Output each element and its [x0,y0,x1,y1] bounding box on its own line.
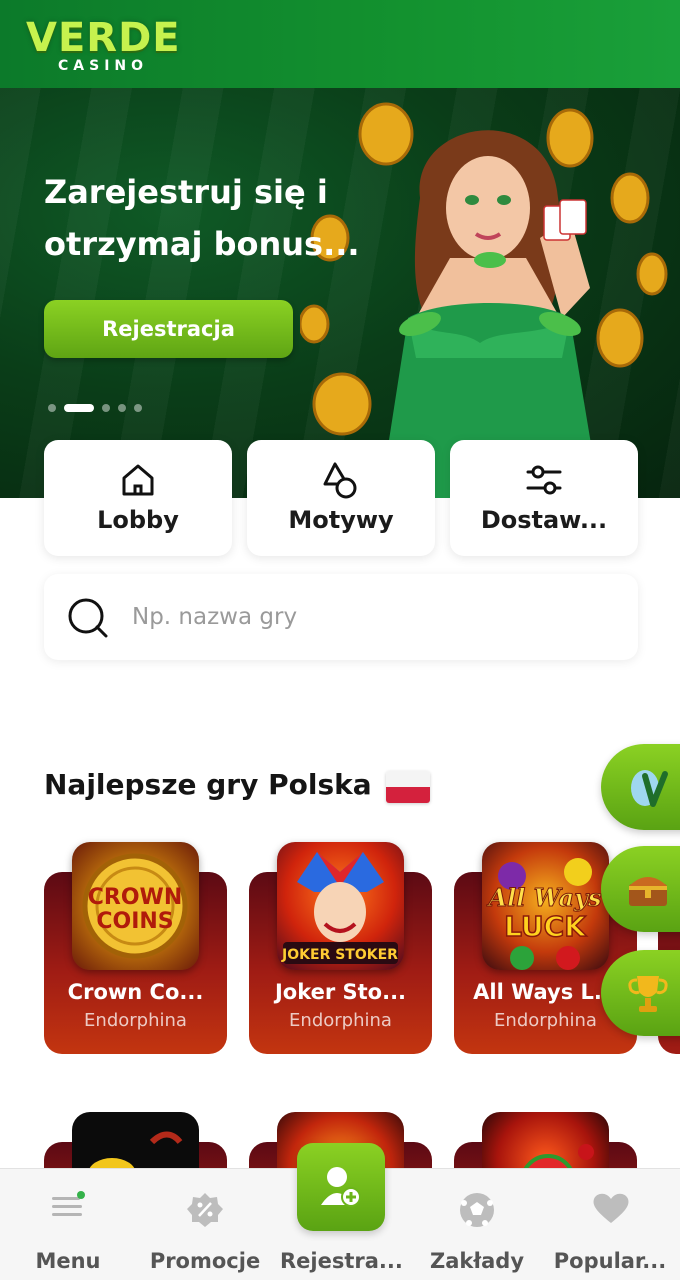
percent-badge-icon [187,1193,223,1227]
verde-egg-icon [631,770,668,807]
nav-label: Rejestra... [280,1249,403,1273]
hero-banner[interactable]: Zarejestruj się i otrzymaj bonus... Reje… [0,88,680,498]
logo-sub: CASINO [58,58,149,74]
fruit-art-icon: All Ways LUCK [486,858,603,970]
side-trophy-button[interactable] [601,950,680,1036]
register-button[interactable]: Rejestracja [44,300,293,358]
nav-label: Menu [35,1249,101,1273]
svg-text:COINS: COINS [96,909,173,934]
logo-word: VERDE [26,15,181,61]
trophy-icon [628,976,668,1012]
top-header: VERDE CASINO [0,0,680,88]
category-lobby[interactable]: Lobby [44,440,232,556]
nav-label: Popular... [553,1249,667,1273]
soccer-ball-icon [460,1193,494,1227]
category-cards: Lobby Motywy Dostaw... [44,440,638,556]
carousel-dot[interactable] [48,404,56,412]
game-provider: Endorphina [289,1010,392,1031]
nav-popular[interactable]: Popular... [552,1169,668,1280]
nav-register[interactable]: Rejestra... [280,1143,403,1280]
nav-menu[interactable]: Menu [22,1169,114,1280]
app-root: VERDE CASINO Zarejestruj się i otrzymaj … [0,0,680,1280]
category-label: Dostaw... [480,506,608,534]
search-icon [68,598,108,638]
carousel-dots [48,404,142,412]
svg-text:CROWN: CROWN [88,885,182,910]
carousel-dot[interactable] [134,404,142,412]
category-themes[interactable]: Motywy [247,440,435,556]
heart-icon [593,1193,629,1223]
add-user-icon [321,1167,361,1207]
poland-flag-icon [386,771,430,803]
search-bar[interactable] [44,574,638,660]
game-tile[interactable]: JOKER STOKER Joker Sto... Endorphina [249,842,432,1054]
svg-text:All Ways: All Ways [486,883,602,912]
nav-label: Zakłady [429,1249,525,1273]
game-thumbnail[interactable]: CROWN COINS [72,842,199,970]
treasure-chest-icon [629,877,667,906]
nav-label: Promocje [149,1249,261,1273]
menu-icon [52,1191,85,1216]
carousel-dot[interactable] [118,404,126,412]
nav-promotions[interactable]: Promocje [146,1169,264,1280]
svg-text:JOKER STOKER: JOKER STOKER [281,947,398,963]
joker-art-icon: JOKER STOKER [281,852,398,964]
search-input[interactable] [132,594,612,640]
sliders-icon [526,465,562,495]
bottom-navigation: Menu Promocje Rejestra... Zakłady Popula… [0,1143,680,1280]
hero-character-illustration [300,102,668,498]
game-thumbnail[interactable]: All Ways LUCK [482,842,609,970]
carousel-dot[interactable] [102,404,110,412]
game-name: Crown Co... [67,980,204,1004]
game-provider: Endorphina [84,1010,187,1031]
game-thumbnail[interactable]: JOKER STOKER [277,842,404,970]
game-tile[interactable]: CROWN COINS Crown Co... Endorphina [44,842,227,1054]
category-label: Lobby [97,506,179,534]
side-verde-button[interactable] [601,744,680,830]
game-name: Joker Sto... [274,980,407,1004]
shapes-icon [323,462,357,499]
hero-title: Zarejestruj się i otrzymaj bonus... [44,173,360,263]
verde-casino-logo[interactable]: VERDE CASINO [26,16,186,78]
section-title: Najlepsze gry Polska [44,768,372,801]
home-icon [122,464,154,496]
svg-text:LUCK: LUCK [504,910,587,943]
nav-bets[interactable]: Zakłady [424,1169,530,1280]
carousel-dot-active[interactable] [64,404,94,412]
side-chest-button[interactable] [601,846,680,932]
coin-art-icon: CROWN COINS [82,853,188,959]
register-fab[interactable] [297,1143,385,1231]
category-label: Motywy [288,506,394,534]
category-providers[interactable]: Dostaw... [450,440,638,556]
